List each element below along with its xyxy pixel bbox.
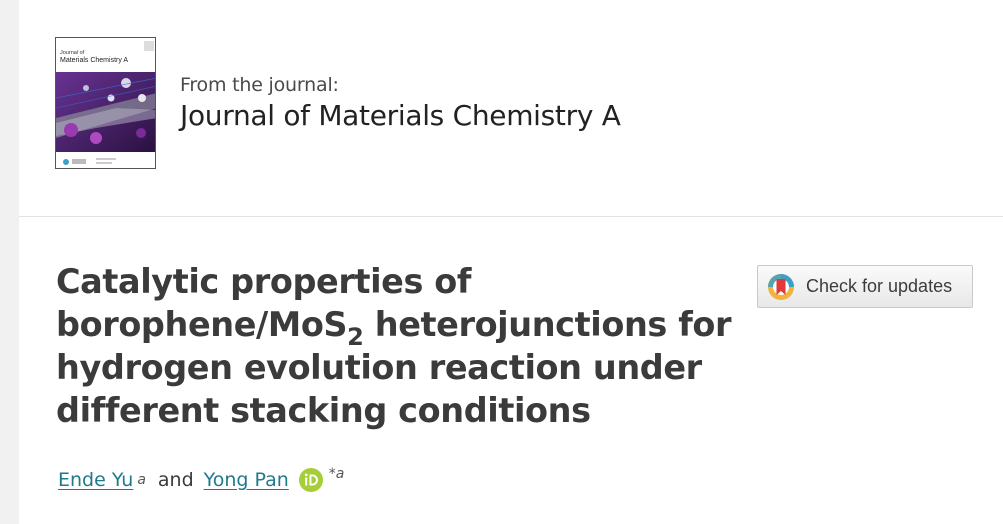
author-link-yong-pan[interactable]: Yong Pan	[204, 469, 289, 491]
check-for-updates-label: Check for updates	[806, 276, 953, 296]
check-for-updates-button[interactable]: Check for updates	[757, 265, 973, 308]
author-list: Ende Yu a and Yong Pan *a	[58, 466, 345, 492]
corresponding-author-affiliation: *a	[328, 466, 345, 482]
author-affiliation: a	[137, 472, 146, 488]
journal-name-link[interactable]: Journal of Materials Chemistry A	[180, 99, 621, 132]
article-title: Catalytic properties of borophene/MoS2 h…	[56, 260, 736, 432]
title-subscript: 2	[347, 323, 364, 351]
cover-title-line2: Materials Chemistry A	[60, 57, 128, 64]
journal-cover-image[interactable]: Journal of Materials Chemistry A	[55, 37, 156, 169]
authors-joiner: and	[157, 469, 194, 491]
from-journal-label: From the journal:	[180, 74, 339, 96]
orcid-icon[interactable]	[298, 468, 323, 492]
journal-header: Journal of Materials Chemistry A From th…	[19, 0, 1003, 217]
article-page: Journal of Materials Chemistry A From th…	[19, 0, 1003, 524]
check-for-updates-icon	[768, 273, 794, 300]
cover-title-line1: Journal of	[60, 50, 85, 56]
author-link-ende-yu[interactable]: Ende Yu	[58, 469, 133, 491]
